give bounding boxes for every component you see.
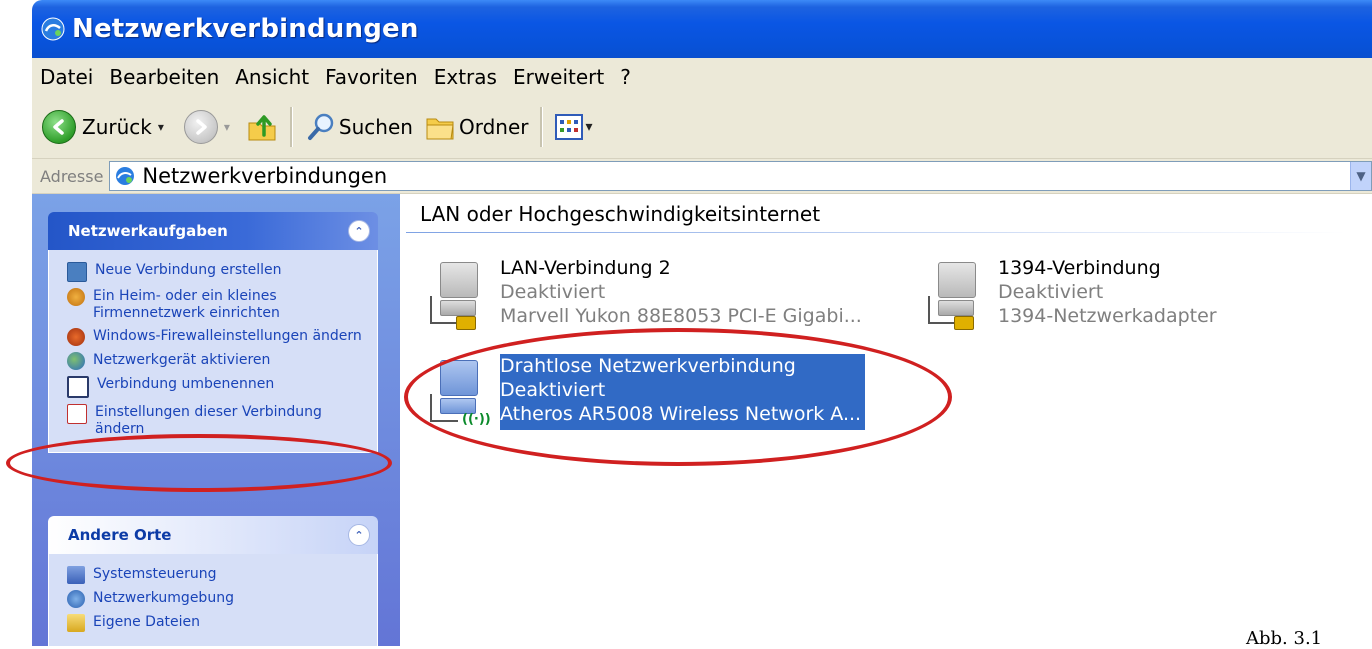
menu-erweitert[interactable]: Erweitert bbox=[513, 65, 612, 89]
folder-up-icon bbox=[248, 115, 276, 141]
task-home-network[interactable]: Ein Heim- oder ein kleines Firmennetzwer… bbox=[67, 288, 367, 322]
task-label: Ein Heim- oder ein kleines Firmennetzwer… bbox=[93, 288, 280, 321]
collapse-icon[interactable]: ⌃ bbox=[348, 220, 370, 242]
views-icon bbox=[555, 114, 584, 140]
menu-extras[interactable]: Extras bbox=[434, 65, 505, 89]
connection-status: Deaktiviert bbox=[998, 281, 1104, 303]
network-tasks-box: Netzwerkaufgaben ⌃ Neue Verbindung erste… bbox=[48, 212, 378, 453]
other-places-header[interactable]: Andere Orte ⌃ bbox=[48, 516, 378, 554]
group-divider bbox=[406, 232, 1346, 233]
menu-datei[interactable]: Datei bbox=[40, 65, 101, 89]
task-label: Neue Verbindung erstellen bbox=[95, 262, 282, 278]
connection-1394[interactable]: 1394-Verbindung Deaktiviert 1394-Netzwer… bbox=[918, 256, 1217, 332]
network-neighborhood-icon bbox=[67, 590, 85, 608]
new-connection-icon bbox=[67, 262, 87, 282]
network-tasks-header[interactable]: Netzwerkaufgaben ⌃ bbox=[48, 212, 378, 250]
chevron-down-icon: ▼ bbox=[1356, 169, 1366, 183]
task-label: Windows-Firewalleinstellungen ändern bbox=[93, 328, 362, 344]
forward-dropdown-icon[interactable]: ▾ bbox=[224, 120, 230, 134]
search-button[interactable]: Suchen bbox=[299, 104, 419, 150]
menu-help[interactable]: ? bbox=[620, 65, 639, 89]
back-dropdown-icon[interactable]: ▾ bbox=[158, 120, 164, 134]
my-documents-icon bbox=[67, 614, 85, 632]
address-label: Adresse bbox=[40, 166, 104, 186]
place-label: Netzwerkumgebung bbox=[93, 590, 234, 606]
annotation-ellipse-wireless bbox=[404, 328, 952, 466]
back-label: Zurück bbox=[82, 115, 152, 139]
place-control-panel[interactable]: Systemsteuerung bbox=[67, 566, 367, 584]
address-bar: Adresse Netzwerkverbindungen ▼ bbox=[32, 159, 1372, 194]
address-value: Netzwerkverbindungen bbox=[142, 164, 388, 188]
network-connections-icon bbox=[116, 167, 135, 185]
network-tasks-title: Netzwerkaufgaben bbox=[68, 222, 228, 240]
menu-ansicht[interactable]: Ansicht bbox=[235, 65, 317, 89]
control-panel-icon bbox=[67, 566, 85, 584]
network-device-icon bbox=[67, 352, 85, 370]
address-field[interactable]: Netzwerkverbindungen ▼ bbox=[109, 161, 1372, 191]
toolbar-separator bbox=[540, 107, 544, 147]
connection-details: 1394-Verbindung Deaktiviert 1394-Netzwer… bbox=[998, 256, 1217, 332]
settings-checkbox-icon bbox=[67, 404, 87, 424]
up-button[interactable] bbox=[240, 104, 284, 150]
task-pane: Netzwerkaufgaben ⌃ Neue Verbindung erste… bbox=[32, 194, 400, 646]
connection-status: Deaktiviert bbox=[500, 281, 606, 303]
views-dropdown-icon[interactable]: ▾ bbox=[585, 119, 592, 135]
connection-name: LAN-Verbindung 2 bbox=[500, 257, 671, 279]
connection-details: LAN-Verbindung 2 Deaktiviert Marvell Yuk… bbox=[500, 256, 862, 332]
search-icon bbox=[307, 113, 334, 140]
forward-arrow-icon bbox=[183, 110, 218, 144]
address-dropdown-button[interactable]: ▼ bbox=[1350, 162, 1371, 190]
views-button[interactable]: ▾ bbox=[549, 104, 598, 150]
network-connections-icon bbox=[41, 17, 65, 41]
toolbar-separator bbox=[289, 107, 293, 147]
other-places-title: Andere Orte bbox=[68, 526, 172, 544]
folders-icon bbox=[426, 118, 454, 140]
place-label: Systemsteuerung bbox=[93, 566, 217, 582]
toolbar: Zurück ▾ ▾ Suchen Ordner ▾ bbox=[32, 96, 1372, 159]
task-label: Einstellungen dieser Verbindung ändern bbox=[95, 404, 322, 437]
firewire-computer-icon bbox=[918, 256, 998, 332]
task-new-connection[interactable]: Neue Verbindung erstellen bbox=[67, 262, 367, 282]
task-label: Netzwerkgerät aktivieren bbox=[93, 352, 271, 368]
task-rename-connection[interactable]: Verbindung umbenennen bbox=[67, 376, 367, 398]
task-firewall-settings[interactable]: Windows-Firewalleinstellungen ändern bbox=[67, 328, 367, 346]
other-places-box: Andere Orte ⌃ Systemsteuerung Netzwerkum… bbox=[48, 516, 378, 646]
folders-label: Ordner bbox=[458, 115, 529, 139]
forward-button[interactable]: ▾ bbox=[178, 104, 236, 150]
connection-device: 1394-Netzwerkadapter bbox=[998, 305, 1217, 327]
home-network-icon bbox=[67, 288, 85, 306]
task-change-settings[interactable]: Einstellungen dieser Verbindung ändern bbox=[67, 404, 367, 438]
collapse-icon[interactable]: ⌃ bbox=[348, 524, 370, 546]
other-places-list: Systemsteuerung Netzwerkumgebung Eigene … bbox=[48, 554, 378, 646]
annotation-ellipse-settings bbox=[6, 434, 392, 492]
rename-icon bbox=[67, 376, 89, 398]
menu-favoriten[interactable]: Favoriten bbox=[325, 65, 426, 89]
folders-button[interactable]: Ordner bbox=[419, 104, 535, 150]
connection-device: Marvell Yukon 88E8053 PCI-E Gigabi... bbox=[500, 305, 862, 327]
explorer-window: Netzwerkverbindungen Datei Bearbeiten An… bbox=[32, 0, 1372, 646]
menu-bearbeiten[interactable]: Bearbeiten bbox=[109, 65, 227, 89]
task-label: Verbindung umbenennen bbox=[97, 376, 275, 392]
back-arrow-icon bbox=[42, 110, 76, 144]
window-title: Netzwerkverbindungen bbox=[72, 14, 419, 44]
title-bar[interactable]: Netzwerkverbindungen bbox=[32, 0, 1372, 58]
place-label: Eigene Dateien bbox=[93, 614, 201, 630]
connection-name: 1394-Verbindung bbox=[998, 257, 1161, 279]
back-button[interactable]: Zurück ▾ bbox=[36, 104, 170, 150]
place-network-neighborhood[interactable]: Netzwerkumgebung bbox=[67, 590, 367, 608]
menu-bar: Datei Bearbeiten Ansicht Favoriten Extra… bbox=[32, 58, 1372, 97]
connection-lan-2[interactable]: LAN-Verbindung 2 Deaktiviert Marvell Yuk… bbox=[420, 256, 862, 332]
lan-computer-icon bbox=[420, 256, 500, 332]
network-tasks-list: Neue Verbindung erstellen Ein Heim- oder… bbox=[48, 250, 378, 453]
group-title: LAN oder Hochgeschwindigkeitsinternet bbox=[420, 202, 821, 226]
place-my-documents[interactable]: Eigene Dateien bbox=[67, 614, 367, 632]
firewall-icon bbox=[67, 328, 85, 346]
search-label: Suchen bbox=[338, 115, 413, 139]
task-enable-device[interactable]: Netzwerkgerät aktivieren bbox=[67, 352, 367, 370]
